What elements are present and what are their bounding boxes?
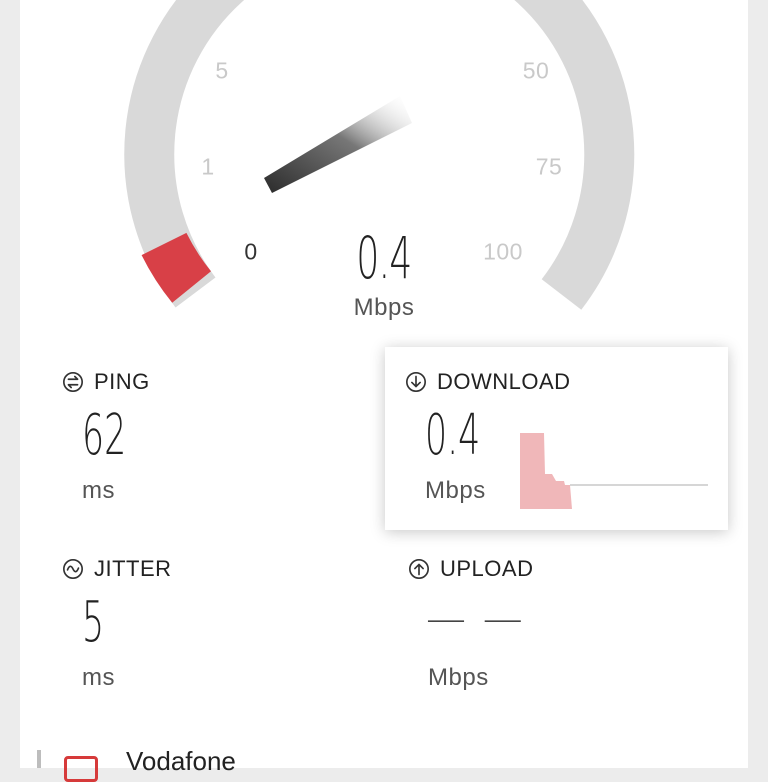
download-unit: Mbps	[425, 477, 486, 504]
download-value: 0.4	[425, 403, 481, 468]
jitter-wave-icon	[63, 559, 83, 579]
ping-unit: ms	[82, 477, 115, 504]
ping-value: 62	[82, 403, 127, 468]
jitter-unit: ms	[82, 664, 115, 691]
download-arrow-icon	[406, 372, 426, 392]
ping-header: PING	[62, 369, 150, 395]
gauge-tick-1: 1	[201, 153, 215, 180]
upload-arrow-icon	[409, 559, 429, 579]
current-speed-unit: Mbps	[353, 294, 415, 321]
ping-label: PING	[94, 369, 150, 394]
upload-unit: Mbps	[428, 664, 489, 691]
gauge-tick-75: 75	[535, 153, 563, 180]
gauge-tick-100: 100	[483, 238, 523, 265]
upload-value: — —	[426, 596, 525, 642]
gauge-needle	[264, 96, 412, 193]
ping-icon	[63, 372, 83, 392]
upload-header: UPLOAD	[408, 556, 533, 582]
download-sparkline	[520, 433, 708, 509]
provider-name[interactable]: Vodafone	[126, 746, 236, 777]
current-speed-value: 0.4	[356, 224, 412, 292]
jitter-header: JITTER	[62, 556, 172, 582]
gauge-tick-5: 5	[215, 57, 229, 84]
upload-label: UPLOAD	[440, 556, 534, 581]
download-header: DOWNLOAD	[405, 369, 571, 395]
jitter-label: JITTER	[94, 556, 172, 581]
speed-gauge: 5 50 1 75 0 100 0.4 Mbps	[0, 0, 768, 340]
gauge-tick-0: 0	[244, 238, 258, 265]
download-label: DOWNLOAD	[437, 369, 571, 394]
operator-icon	[64, 756, 98, 782]
jitter-value: 5	[82, 590, 105, 655]
gauge-progress	[141, 232, 212, 303]
provider-divider	[37, 750, 41, 768]
gauge-tick-50: 50	[522, 57, 550, 84]
